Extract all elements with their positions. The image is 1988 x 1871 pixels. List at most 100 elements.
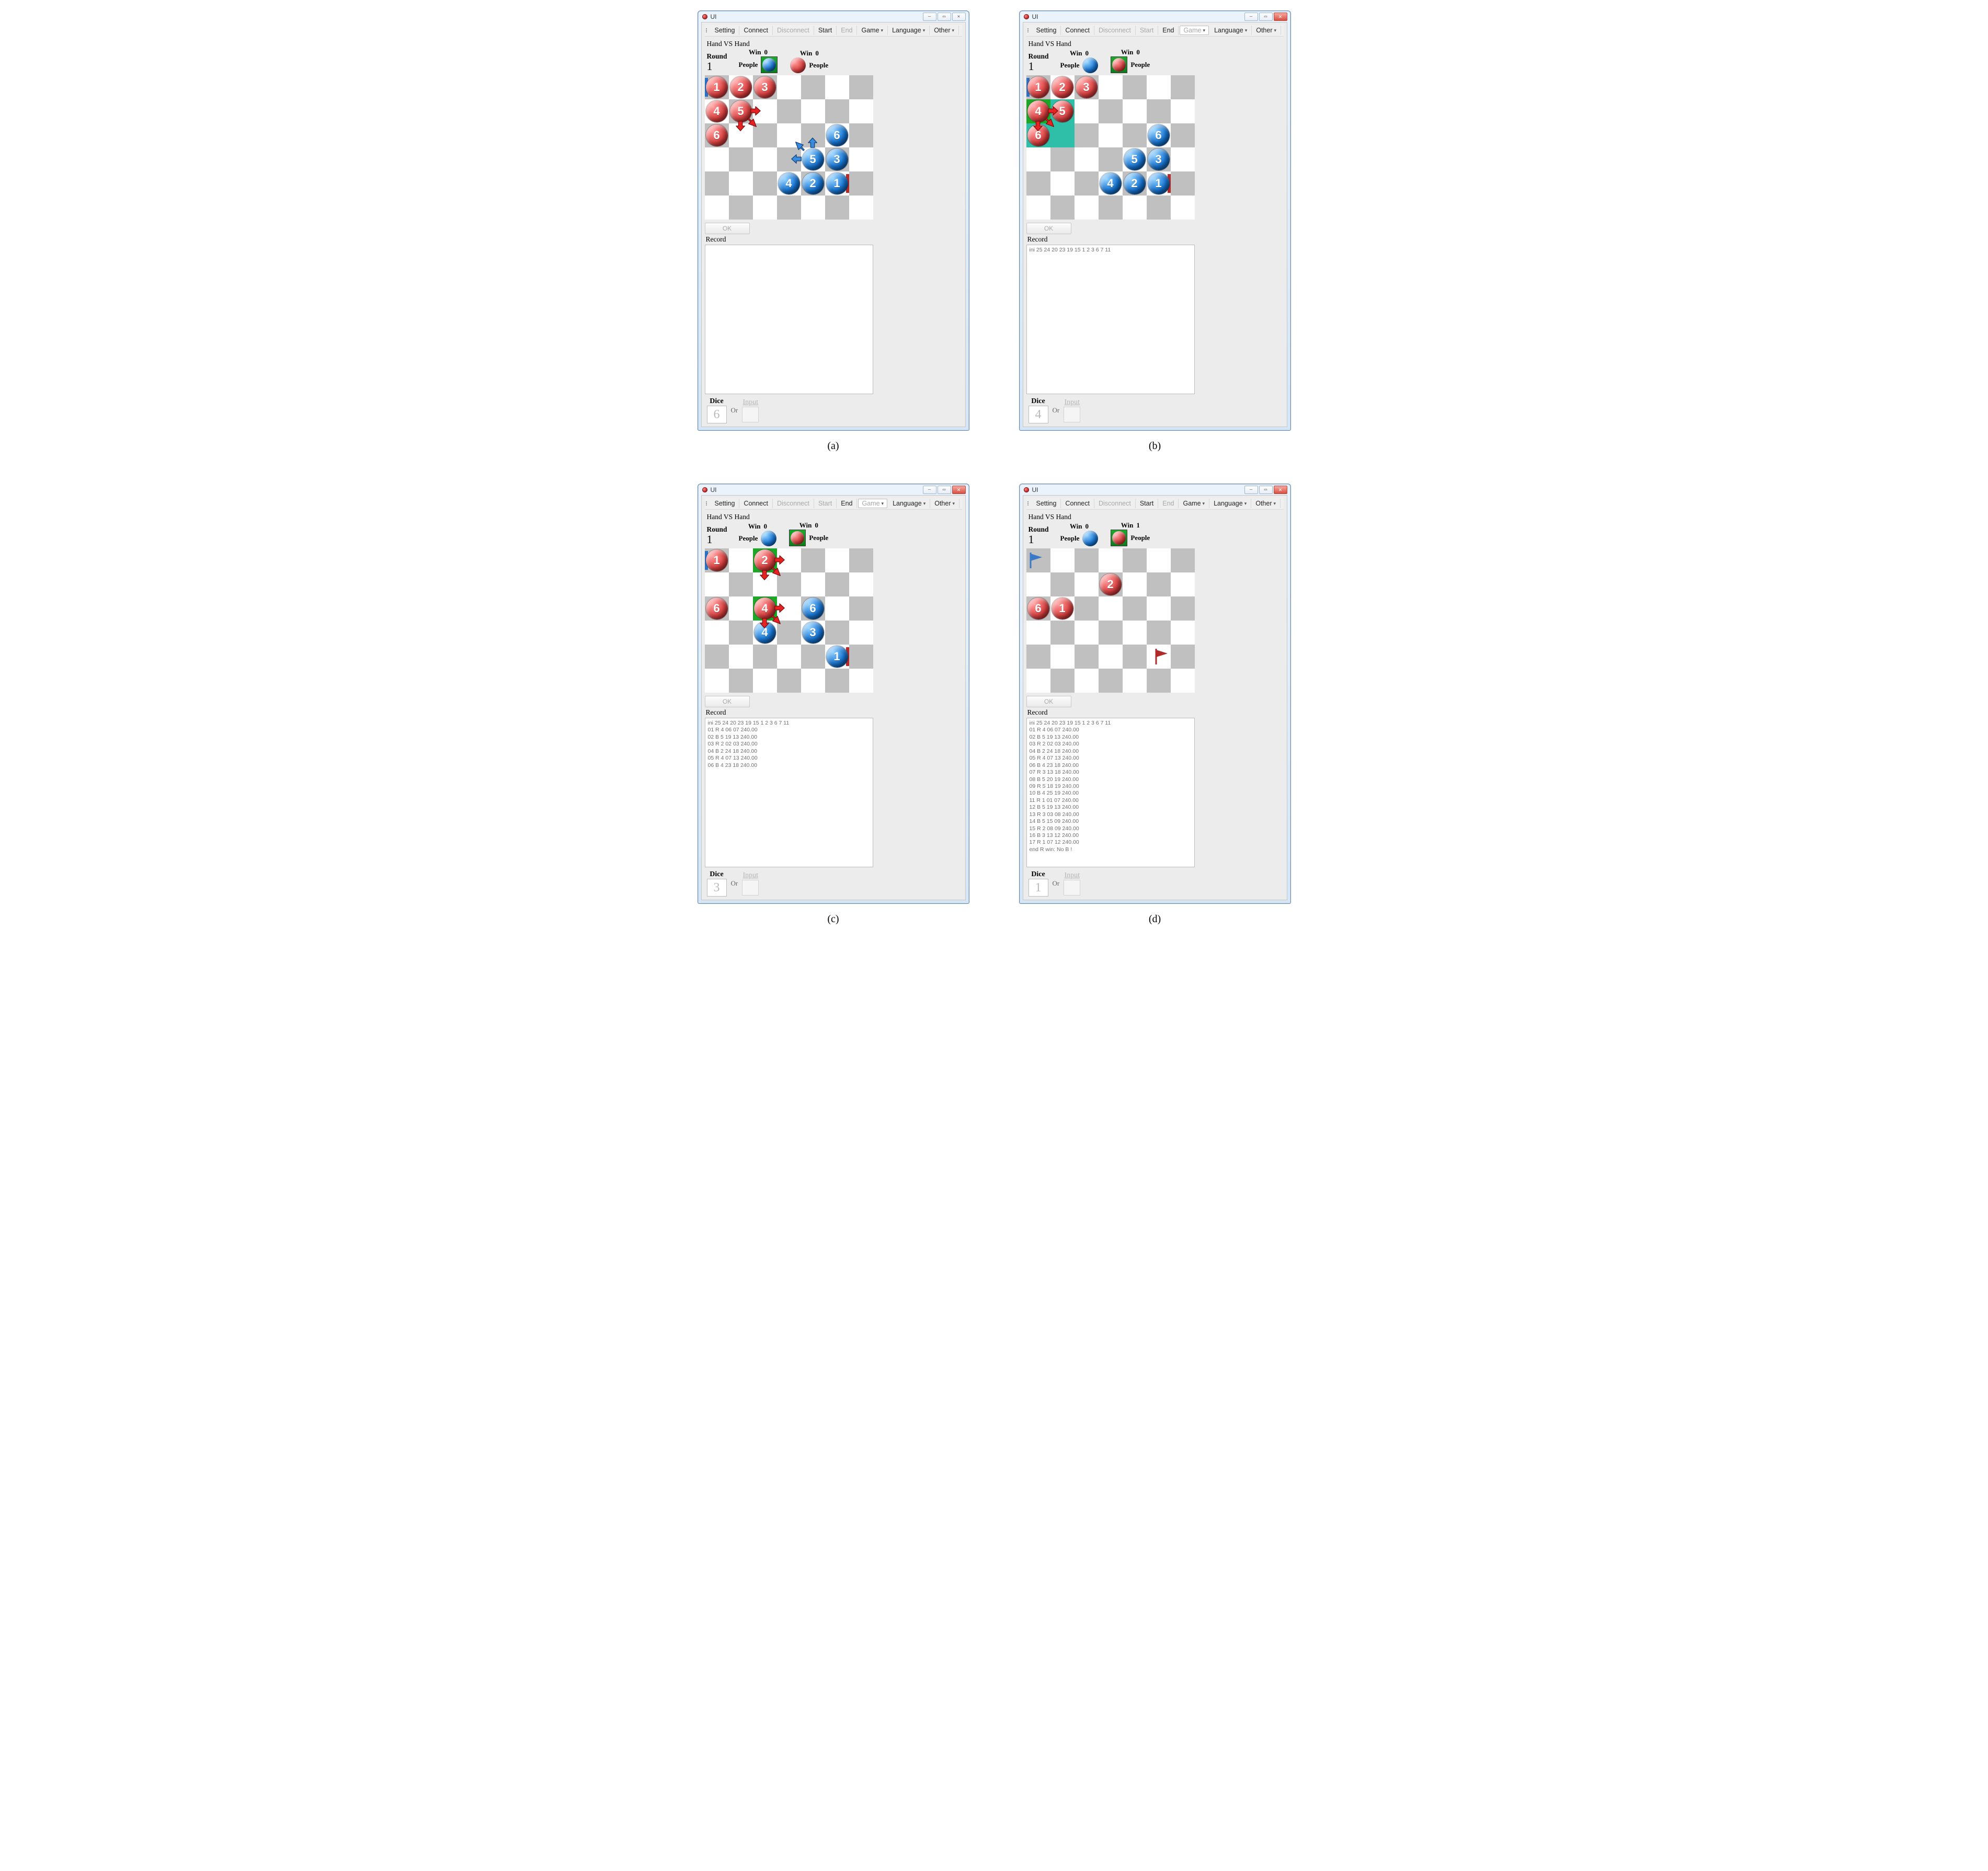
menu-disconnect[interactable]: Disconnect <box>773 26 814 35</box>
board-cell[interactable] <box>1099 147 1123 171</box>
board-cell[interactable] <box>801 99 825 123</box>
board-cell[interactable] <box>753 572 777 596</box>
red-piece-1[interactable]: 1 <box>706 549 728 571</box>
board-cell[interactable] <box>1147 596 1171 621</box>
red-piece-4[interactable]: 4 <box>754 598 776 619</box>
maximize-button[interactable]: ▭ <box>938 486 951 494</box>
board-cell[interactable] <box>1075 572 1099 596</box>
board-cell[interactable] <box>729 548 753 572</box>
menubar[interactable]: Setting Connect Disconnect Start End Gam… <box>705 25 962 37</box>
board-cell[interactable] <box>1099 621 1123 645</box>
board-cell[interactable] <box>825 75 849 99</box>
menubar[interactable]: Setting Connect Disconnect Start End Gam… <box>1026 25 1284 37</box>
minimize-button[interactable]: — <box>1244 486 1258 494</box>
board-cell[interactable] <box>801 645 825 669</box>
board-cell[interactable] <box>1147 572 1171 596</box>
board-cell[interactable] <box>1099 196 1123 220</box>
board-cell[interactable] <box>1171 572 1195 596</box>
maximize-button[interactable]: ▭ <box>938 13 951 21</box>
board-cell[interactable] <box>777 196 801 220</box>
board-cell[interactable] <box>1171 147 1195 171</box>
menu-game[interactable]: Game▾ <box>857 26 888 35</box>
board-cell[interactable] <box>777 548 801 572</box>
menu-start[interactable]: Start <box>814 499 837 508</box>
board-cell[interactable] <box>825 196 849 220</box>
menu-disconnect[interactable]: Disconnect <box>1094 26 1136 35</box>
menu-connect[interactable]: Connect <box>1061 26 1094 35</box>
board-cell[interactable] <box>705 645 729 669</box>
board-cell[interactable] <box>825 548 849 572</box>
board-cell[interactable] <box>1099 548 1123 572</box>
board-cell[interactable] <box>1075 147 1099 171</box>
board-cell[interactable] <box>801 572 825 596</box>
board-cell[interactable] <box>1075 196 1099 220</box>
board-cell[interactable] <box>1171 171 1195 196</box>
menu-language[interactable]: Language▾ <box>1210 26 1252 35</box>
menu-connect[interactable]: Connect <box>1061 499 1094 508</box>
board-cell[interactable] <box>825 621 849 645</box>
record-text[interactable]: ini 25 24 20 23 19 15 1 2 3 6 7 11 <box>1026 245 1195 394</box>
ok-button[interactable]: OK <box>705 223 750 234</box>
input-field[interactable] <box>742 880 759 896</box>
board-cell[interactable] <box>1171 196 1195 220</box>
menu-language[interactable]: Language▾ <box>888 499 930 508</box>
red-piece-4[interactable]: 4 <box>1027 100 1049 122</box>
board-cell[interactable] <box>1026 171 1050 196</box>
blue-piece-4[interactable]: 4 <box>754 622 776 644</box>
red-piece-1[interactable]: 1 <box>1052 598 1073 619</box>
board-cell[interactable] <box>801 548 825 572</box>
red-piece-1[interactable]: 1 <box>1027 76 1049 98</box>
menu-connect[interactable]: Connect <box>739 26 773 35</box>
board-cell[interactable] <box>1171 75 1195 99</box>
titlebar[interactable]: UI — ▭ ✕ <box>698 484 969 495</box>
blue-piece-1[interactable]: 1 <box>826 173 848 194</box>
game-board[interactable]: 123456653421 <box>705 75 873 220</box>
board-cell[interactable] <box>1123 75 1147 99</box>
board-cell[interactable] <box>1026 669 1050 693</box>
board-cell[interactable] <box>825 596 849 621</box>
menu-end[interactable]: End <box>837 499 857 508</box>
board-cell[interactable] <box>729 621 753 645</box>
close-button[interactable]: ✕ <box>952 13 966 21</box>
blue-piece-2[interactable]: 2 <box>1124 173 1146 194</box>
titlebar[interactable]: UI — ▭ ✕ <box>698 11 969 22</box>
blue-piece-6[interactable]: 6 <box>1148 124 1170 146</box>
board-cell[interactable] <box>753 171 777 196</box>
board-cell[interactable] <box>1099 669 1123 693</box>
board-cell[interactable] <box>777 645 801 669</box>
menu-end[interactable]: End <box>1158 499 1179 508</box>
menu-start[interactable]: Start <box>814 26 837 35</box>
record-text[interactable] <box>705 245 873 394</box>
menu-game[interactable]: Game▾ <box>858 499 887 508</box>
board-cell[interactable] <box>1050 621 1075 645</box>
board-cell[interactable] <box>849 572 873 596</box>
menu-start[interactable]: Start <box>1136 499 1158 508</box>
board-cell[interactable] <box>849 669 873 693</box>
board-cell[interactable] <box>753 99 777 123</box>
board-cell[interactable] <box>729 669 753 693</box>
menu-language[interactable]: Language▾ <box>888 26 930 35</box>
board-cell[interactable] <box>1050 548 1075 572</box>
board-cell[interactable] <box>1171 645 1195 669</box>
board-cell[interactable] <box>1050 196 1075 220</box>
record-text[interactable]: ini 25 24 20 23 19 15 1 2 3 6 7 11 01 R … <box>1026 718 1195 867</box>
board-cell[interactable] <box>777 621 801 645</box>
blue-piece-3[interactable]: 3 <box>826 148 848 170</box>
board-cell[interactable] <box>1147 99 1171 123</box>
board-cell[interactable] <box>849 123 873 147</box>
blue-piece-5[interactable]: 5 <box>802 148 824 170</box>
board-cell[interactable] <box>1123 196 1147 220</box>
red-piece-6[interactable]: 6 <box>706 124 728 146</box>
board-cell[interactable] <box>729 196 753 220</box>
menu-setting[interactable]: Setting <box>1032 26 1061 35</box>
red-piece-6[interactable]: 6 <box>1027 598 1049 619</box>
menubar[interactable]: Setting Connect Disconnect Start End Gam… <box>1026 498 1284 510</box>
board-cell[interactable] <box>1147 621 1171 645</box>
board-cell[interactable] <box>1123 621 1147 645</box>
board-cell[interactable] <box>1075 99 1099 123</box>
menu-game[interactable]: Game▾ <box>1180 26 1209 35</box>
board-cell[interactable] <box>1171 669 1195 693</box>
board-cell[interactable] <box>753 147 777 171</box>
menu-end[interactable]: End <box>837 26 857 35</box>
board-cell[interactable] <box>705 196 729 220</box>
